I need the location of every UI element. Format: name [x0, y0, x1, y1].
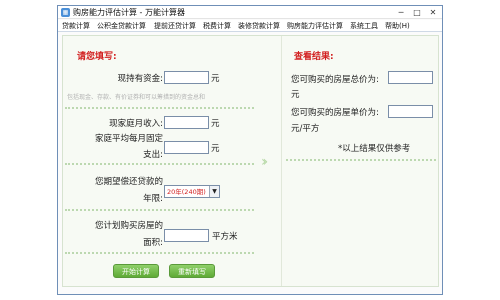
expense-unit: 元: [211, 144, 220, 154]
monthly-expense-input[interactable]: [164, 141, 209, 154]
calculate-button[interactable]: 开始计算: [113, 264, 159, 278]
menu-tax-fees[interactable]: 税费计算: [203, 20, 231, 32]
double-chevron-right-icon: ››: [261, 154, 268, 170]
title-bar: ▦ 购房能力评估计算 - 万能计算器 ─ □ ✕: [58, 6, 442, 19]
loan-years-select[interactable]: 20年(240期) ▼: [164, 185, 220, 198]
window-title: 购房能力评估计算 - 万能计算器: [73, 8, 185, 17]
arrow-divider: ››: [258, 36, 280, 286]
total-price-label: 您可购买的房屋总价为:: [291, 75, 379, 85]
chevron-down-icon[interactable]: ▼: [209, 186, 219, 197]
funds-input[interactable]: [164, 71, 209, 84]
close-button[interactable]: ✕: [426, 7, 440, 18]
expense-label-line1: 家庭平均每月固定: [94, 134, 163, 144]
reset-button[interactable]: 重新填写: [169, 264, 215, 278]
section-divider: [286, 159, 436, 161]
menu-prepayment[interactable]: 提前还贷计算: [154, 20, 196, 32]
menu-renovation-loan[interactable]: 装修贷款计算: [238, 20, 280, 32]
menu-loan-calc[interactable]: 贷款计算: [62, 20, 90, 32]
total-price-unit: 元: [291, 90, 300, 100]
calculator-icon: ▦: [61, 8, 70, 17]
app-window: ▦ 购房能力评估计算 - 万能计算器 ─ □ ✕ 贷款计算 公积金贷款计算 提前…: [57, 5, 443, 295]
menu-system-tools[interactable]: 系统工具: [350, 20, 378, 32]
maximize-button[interactable]: □: [410, 7, 424, 18]
area-label-line2: 面积:: [143, 238, 163, 248]
income-label: 现家庭月收入:: [109, 119, 163, 129]
menu-bar: 贷款计算 公积金贷款计算 提前还贷计算 税费计算 装修贷款计算 购房能力评估计算…: [58, 20, 442, 32]
menu-housing-fund-loan[interactable]: 公积金贷款计算: [97, 20, 146, 32]
total-price-output: [388, 71, 433, 84]
section-divider: [65, 107, 254, 109]
result-panel: 查看结果: 您可购买的房屋总价为: 元 您可购买的房屋单价为: 元/平方 *以上…: [281, 36, 439, 286]
income-unit: 元: [211, 119, 220, 129]
funds-label: 现持有资金:: [117, 74, 163, 84]
unit-price-unit: 元/平方: [291, 124, 320, 134]
section-divider: [65, 252, 254, 254]
unit-price-output: [388, 105, 433, 118]
funds-hint: 包括现金、存款、有价证券和可以筹措到的资金总和: [67, 94, 206, 101]
input-section-title: 请您填写:: [77, 52, 117, 62]
years-label-line2: 年限:: [143, 194, 163, 204]
menu-help[interactable]: 帮助(H): [385, 20, 410, 32]
menu-affordability[interactable]: 购房能力评估计算: [287, 20, 343, 32]
calculator-content: 请您填写: 现持有资金: 元 包括现金、存款、有价证券和可以筹措到的资金总和 现…: [62, 35, 439, 287]
expense-label-line2: 支出:: [143, 150, 163, 160]
loan-years-value: 20年(240期): [167, 188, 206, 196]
minimize-button[interactable]: ─: [394, 7, 408, 18]
area-label-line1: 您计划购买房屋的: [94, 221, 163, 231]
house-area-input[interactable]: [164, 229, 209, 242]
section-divider: [65, 209, 254, 211]
input-panel: 请您填写: 现持有资金: 元 包括现金、存款、有价证券和可以筹措到的资金总和 现…: [63, 36, 256, 286]
section-divider: [65, 163, 254, 165]
monthly-income-input[interactable]: [164, 116, 209, 129]
area-unit: 平方米: [212, 232, 238, 242]
years-label-line1: 您期望偿还贷款的: [94, 177, 163, 187]
funds-unit: 元: [211, 74, 220, 84]
unit-price-label: 您可购买的房屋单价为:: [291, 108, 379, 118]
result-note: *以上结果仅供参考: [338, 144, 411, 154]
result-section-title: 查看结果:: [294, 52, 334, 62]
